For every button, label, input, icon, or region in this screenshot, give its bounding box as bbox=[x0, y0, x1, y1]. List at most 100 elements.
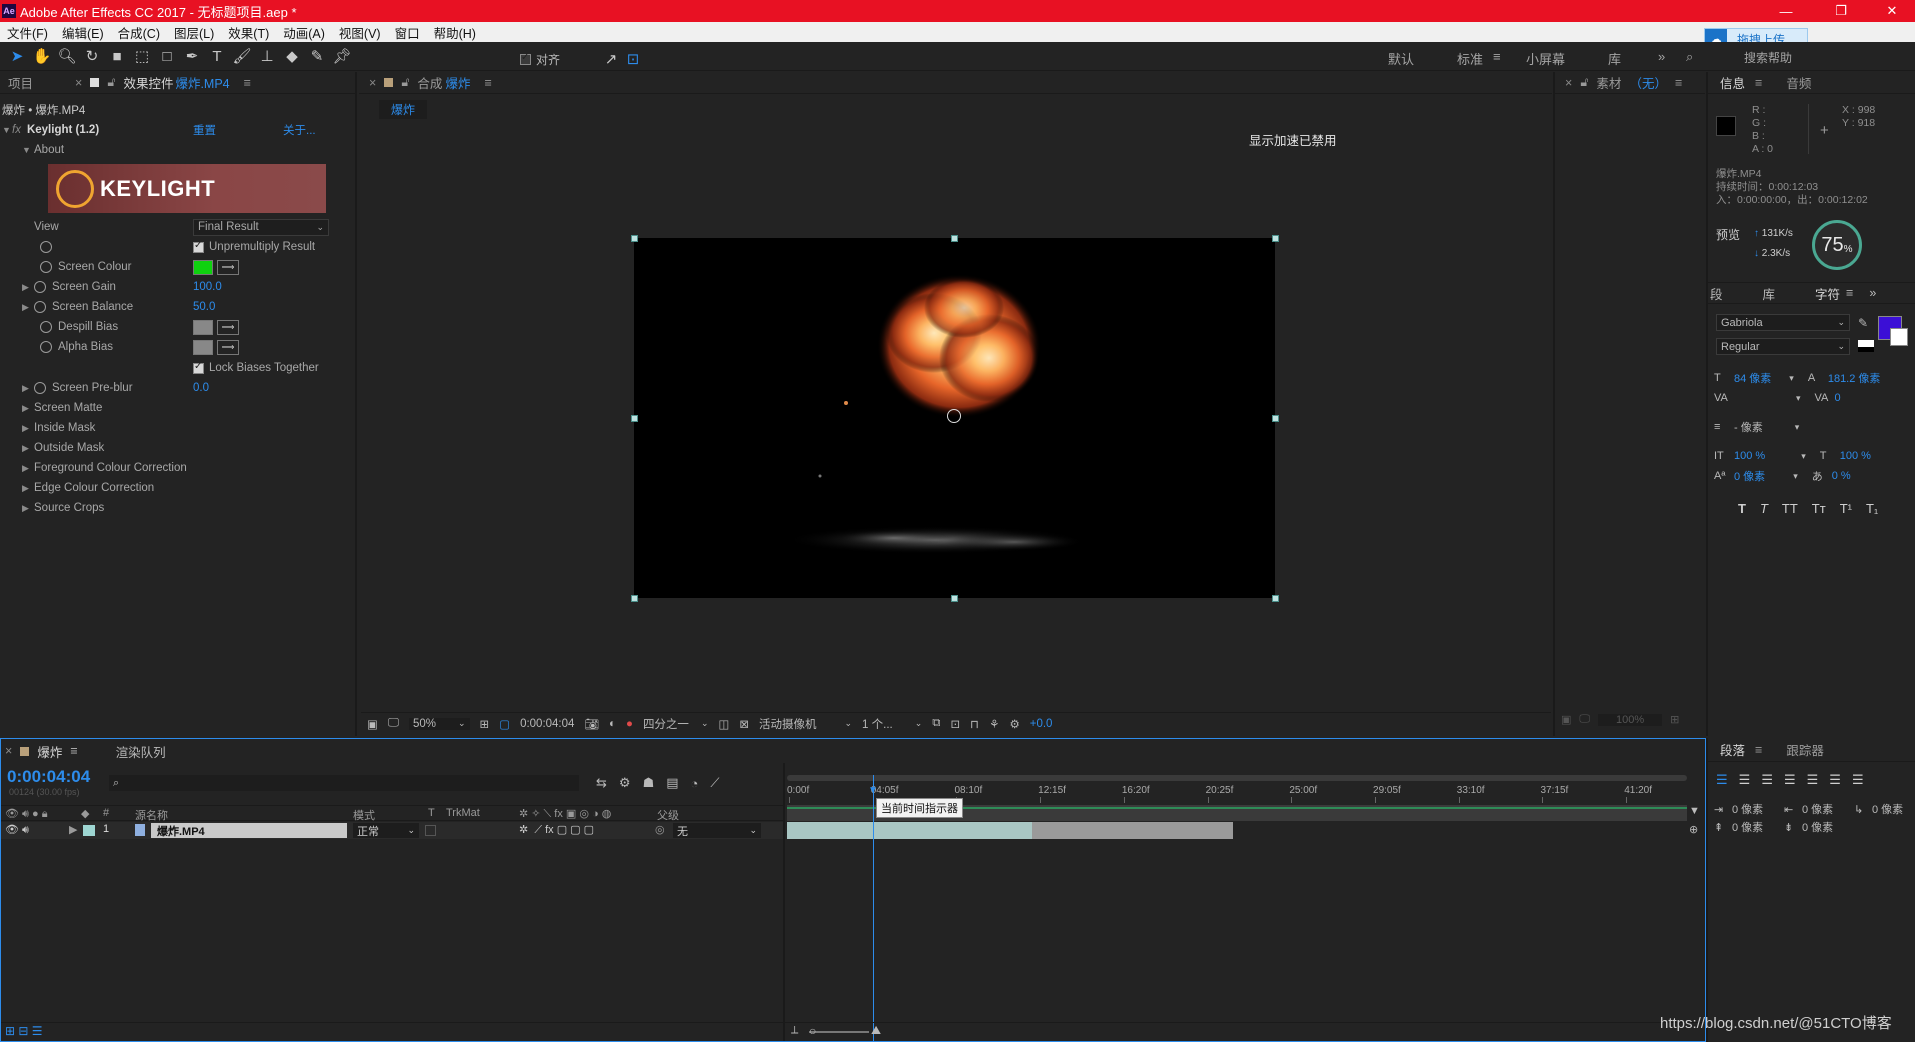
clone-stamp-tool-icon[interactable]: ⊥ bbox=[256, 45, 278, 67]
all-caps-button[interactable]: TT bbox=[1782, 501, 1798, 516]
stopwatch-icon[interactable] bbox=[40, 261, 52, 273]
leading-value[interactable]: 181.2 像素 bbox=[1828, 370, 1881, 386]
font-size-value[interactable]: 84 像素 bbox=[1734, 370, 1771, 386]
lock-icon[interactable]: 🔓︎ bbox=[401, 75, 409, 90]
unpremultiply-checkbox[interactable] bbox=[193, 240, 204, 253]
composition-mini-flowchart-icon[interactable]: ⇆ bbox=[596, 775, 607, 791]
minimize-icon[interactable]: — bbox=[1763, 0, 1809, 22]
expand-triangle-icon[interactable]: ▶ bbox=[22, 282, 34, 293]
menu-file[interactable]: 文件(F) bbox=[0, 23, 55, 42]
channel-icon[interactable]: ● bbox=[626, 718, 633, 730]
eyedropper-icon[interactable]: ⟹ bbox=[217, 319, 239, 335]
panel-menu-icon[interactable]: ≡ bbox=[484, 76, 491, 90]
group-foreground-colour-correction[interactable]: ▶ Foreground Colour Correction bbox=[0, 458, 357, 478]
fast-previews-icon[interactable]: ⊡ bbox=[951, 717, 961, 731]
lock-icon[interactable]: 🔓︎ bbox=[1580, 75, 1588, 90]
stopwatch-icon[interactable] bbox=[34, 382, 46, 394]
preserve-transparency-checkbox[interactable] bbox=[425, 825, 436, 836]
snapshot-camera-icon[interactable]: 📷︎ bbox=[584, 717, 599, 731]
alpha-bias-swatch[interactable] bbox=[193, 339, 213, 355]
tab-tracker[interactable]: 跟踪器 bbox=[1786, 740, 1824, 759]
current-time-indicator[interactable] bbox=[873, 775, 874, 1041]
first-line-indent-value[interactable]: 0 像素 bbox=[1872, 801, 1903, 817]
tsume-value[interactable]: 0 % bbox=[1832, 470, 1851, 482]
panel-menu-icon[interactable]: ≡ bbox=[1846, 286, 1853, 300]
menu-edit[interactable]: 编辑(E) bbox=[55, 23, 111, 42]
pickwhip-icon[interactable]: ◎ bbox=[655, 823, 665, 836]
eyedropper-icon[interactable]: ⟹ bbox=[217, 259, 239, 275]
snap-icon[interactable]: ↗ bbox=[600, 48, 622, 70]
group-source-crops[interactable]: ▶ Source Crops bbox=[0, 498, 357, 518]
justify-last-right-icon[interactable]: ☰ bbox=[1829, 772, 1841, 788]
screen-gain-value[interactable]: 100.0 bbox=[193, 281, 222, 293]
justify-last-left-icon[interactable]: ☰ bbox=[1784, 772, 1796, 788]
timeline-zoom-slider[interactable] bbox=[809, 1031, 869, 1033]
close-icon[interactable]: ✕ bbox=[1869, 0, 1915, 22]
resolution-dropdown[interactable]: 四分之一 ⌄ bbox=[643, 716, 709, 732]
tab-library[interactable]: 库 bbox=[1763, 284, 1776, 303]
menu-composition[interactable]: 合成(C) bbox=[111, 23, 167, 42]
group-inside-mask[interactable]: ▶ Inside Mask bbox=[0, 418, 357, 438]
screen-balance-value[interactable]: 50.0 bbox=[193, 301, 215, 313]
close-tab-icon[interactable]: × bbox=[369, 76, 376, 90]
toggle-pixel-aspect-icon[interactable]: ⧉ bbox=[932, 717, 940, 730]
comp-timecode[interactable]: 0:00:04:04 bbox=[520, 718, 574, 730]
font-style-dropdown[interactable]: Regular ⌄ bbox=[1716, 338, 1850, 355]
exposure-reset-icon[interactable]: ⚙ bbox=[1009, 717, 1019, 731]
transform-handle[interactable] bbox=[631, 235, 638, 242]
safe-margins-icon[interactable]: ▢ bbox=[499, 717, 510, 731]
stroke-color-swatch[interactable] bbox=[1890, 328, 1908, 346]
panel-menu-icon[interactable]: ≡ bbox=[70, 744, 77, 758]
tab-effect-controls[interactable]: 效果控件 bbox=[123, 73, 173, 92]
group-outside-mask[interactable]: ▶ Outside Mask bbox=[0, 438, 357, 458]
zoom-dropdown[interactable]: 50% ⌄ bbox=[408, 717, 470, 730]
frame-blending-icon[interactable]: ▤ bbox=[666, 775, 678, 791]
black-white-swatch-icon[interactable] bbox=[1858, 340, 1874, 352]
menu-layer[interactable]: 图层(L) bbox=[167, 23, 221, 42]
zoom-out-icon[interactable]: ⟂ bbox=[791, 1024, 798, 1037]
camera-tool-icon[interactable]: ■ bbox=[106, 45, 128, 67]
zoom-in-icon[interactable]: ⛰ bbox=[871, 1023, 881, 1038]
collapse-triangle-icon[interactable]: ▼ bbox=[0, 125, 12, 135]
transform-handle[interactable] bbox=[631, 595, 638, 602]
font-family-dropdown[interactable]: Gabriola ⌄ bbox=[1716, 314, 1850, 331]
small-caps-button[interactable]: Tт bbox=[1812, 501, 1826, 516]
tracking-value[interactable]: 0 bbox=[1835, 392, 1841, 404]
col-source-name[interactable]: 源名称 bbox=[135, 807, 168, 823]
tab-render-queue[interactable]: 渲染队列 bbox=[116, 742, 166, 761]
always-preview-icon[interactable]: ▣ bbox=[367, 717, 378, 731]
transform-handle[interactable] bbox=[951, 235, 958, 242]
subscript-button[interactable]: T₁ bbox=[1866, 501, 1878, 516]
pen-tool-icon[interactable]: ✒ bbox=[181, 45, 203, 67]
exposure-value[interactable]: +0.0 bbox=[1030, 718, 1053, 730]
tab-composition-prefix[interactable]: 合成 bbox=[417, 73, 442, 92]
selection-tool-icon[interactable]: ➤ bbox=[6, 45, 28, 67]
expand-triangle-icon[interactable]: ▶ bbox=[69, 823, 77, 836]
layer-visibility-icon[interactable]: 👁︎ 🔊︎ bbox=[5, 823, 29, 837]
workspace-standard[interactable]: 标准 bbox=[1457, 49, 1483, 68]
playhead-handle-icon[interactable]: ▼ bbox=[868, 785, 878, 796]
stroke-width-value[interactable]: - 像素 bbox=[1734, 419, 1763, 435]
eyedropper-icon[interactable]: ✎ bbox=[1858, 316, 1868, 330]
group-edge-colour-correction[interactable]: ▶ Edge Colour Correction bbox=[0, 478, 357, 498]
faux-italic-button[interactable]: T bbox=[1760, 501, 1768, 516]
faux-bold-button[interactable]: T bbox=[1738, 501, 1746, 516]
workspace-library[interactable]: 库 bbox=[1608, 49, 1621, 68]
eyedropper-icon[interactable]: ⟹ bbox=[217, 339, 239, 355]
menu-window[interactable]: 窗口 bbox=[388, 23, 427, 42]
horizontal-scale-value[interactable]: 100 % bbox=[1840, 450, 1871, 462]
hand-tool-icon[interactable]: ✋ bbox=[31, 45, 53, 67]
lock-biases-checkbox[interactable] bbox=[193, 361, 204, 374]
camera-dropdown[interactable]: 活动摄像机 ⌄ bbox=[759, 716, 852, 732]
search-help-input[interactable]: 搜索帮助 bbox=[1744, 49, 1792, 66]
menu-help[interactable]: 帮助(H) bbox=[427, 23, 483, 42]
align-right-icon[interactable]: ☰ bbox=[1761, 772, 1773, 788]
transform-handle[interactable] bbox=[1272, 235, 1279, 242]
group-screen-matte[interactable]: ▶ Screen Matte bbox=[0, 398, 357, 418]
workspace-default[interactable]: 默认 bbox=[1388, 49, 1414, 68]
align-checkbox[interactable] bbox=[520, 52, 531, 65]
views-dropdown[interactable]: 1 个... ⌄ bbox=[862, 716, 922, 732]
align-center-icon[interactable]: ☰ bbox=[1739, 772, 1751, 788]
motion-blur-icon[interactable]: ◔ bbox=[691, 776, 699, 791]
panel-menu-icon[interactable]: ≡ bbox=[244, 76, 251, 90]
